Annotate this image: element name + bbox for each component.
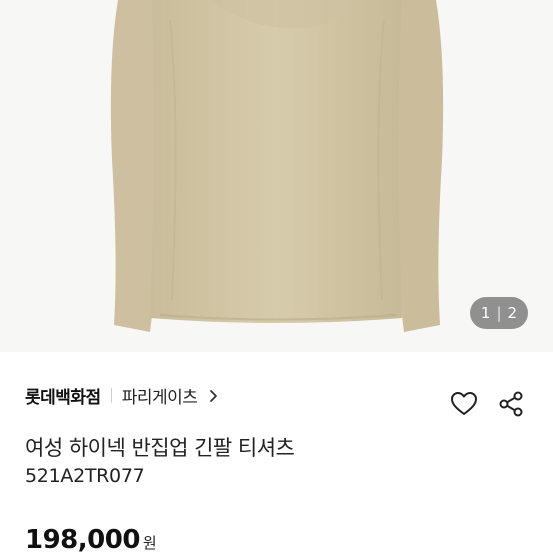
product-image-gallery[interactable]: 1 | 2 <box>0 0 553 352</box>
image-counter-current: 1 <box>480 304 491 322</box>
heart-icon <box>450 391 478 421</box>
wishlist-button[interactable] <box>449 391 479 421</box>
price-row: 198,000 원 <box>25 525 157 555</box>
chevron-right-icon[interactable] <box>207 388 221 402</box>
brand-name[interactable]: 롯데백화점 <box>25 383 101 408</box>
share-button[interactable] <box>496 391 526 421</box>
brand-breadcrumb[interactable]: 롯데백화점 파리게이츠 <box>25 380 221 410</box>
image-counter: 1 | 2 <box>470 297 528 329</box>
sub-brand-name[interactable]: 파리게이츠 <box>122 383 198 408</box>
product-price: 198,000 <box>25 525 140 555</box>
brand-divider <box>110 387 112 403</box>
product-title: 여성 하이넥 반집업 긴팔 티셔츠 <box>25 436 295 460</box>
share-icon <box>497 390 525 422</box>
shirt-body <box>150 0 402 323</box>
image-counter-total: 2 <box>507 304 518 322</box>
image-counter-separator: | <box>496 304 502 322</box>
product-model-code: 521A2TR077 <box>25 465 145 487</box>
product-photo <box>110 0 444 332</box>
price-currency-unit: 원 <box>142 534 157 552</box>
